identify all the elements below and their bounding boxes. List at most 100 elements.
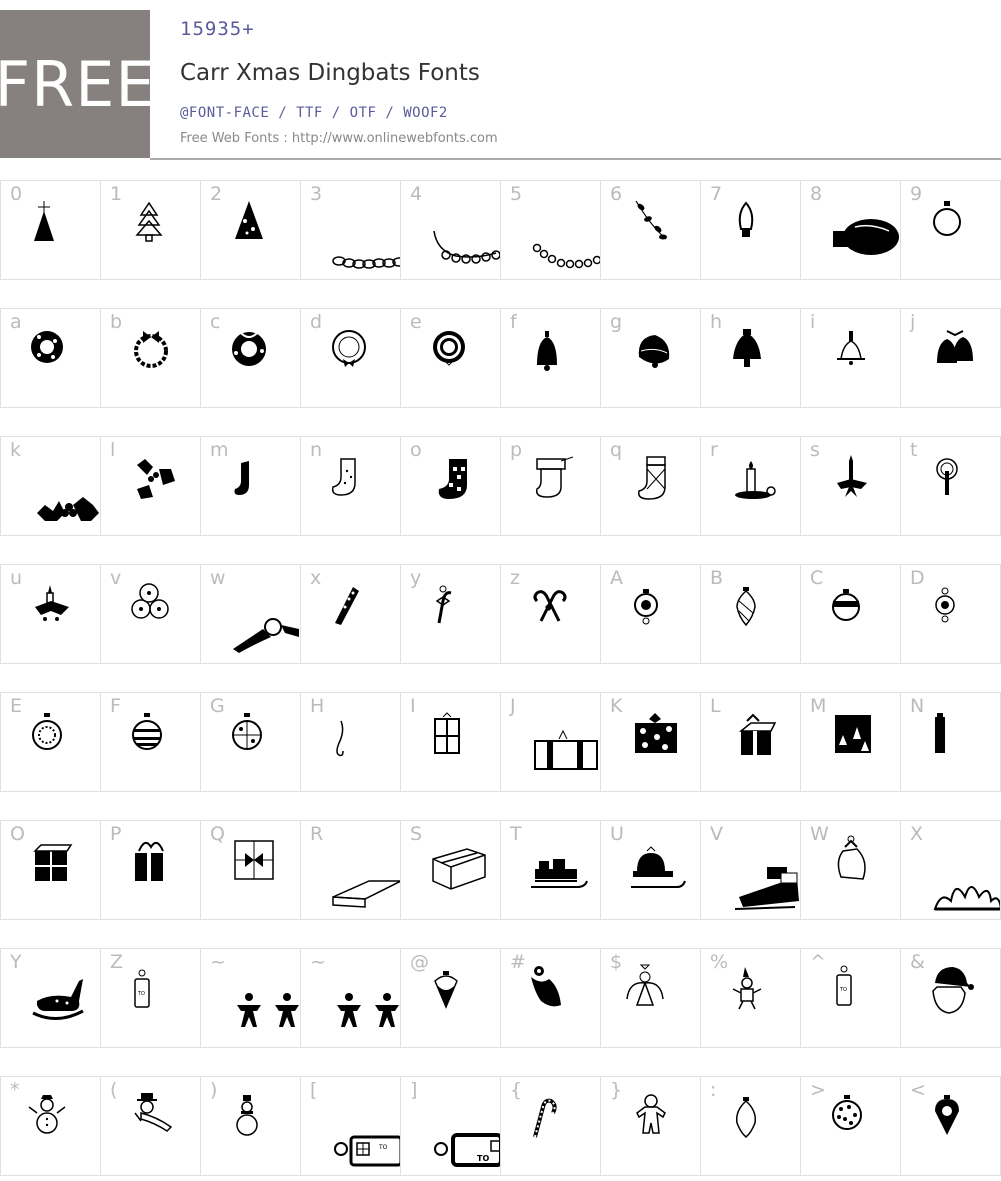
gift-trees-icon <box>835 715 871 753</box>
gift-slim-icon <box>935 713 945 753</box>
glyph-cell: T <box>500 820 601 920</box>
header-divider <box>150 158 1001 160</box>
glyph-cell: u <box>0 564 101 664</box>
glyph-cell: l <box>100 436 201 536</box>
light-bulb-icon <box>738 201 754 237</box>
glyph-cell: L <box>700 692 801 792</box>
gift-tag-label-icon: TO <box>334 1135 400 1167</box>
ornament-pattern-icon <box>232 713 262 750</box>
gift-dotted-icon <box>635 713 677 753</box>
sleigh-loaded-icon <box>734 867 799 910</box>
glyph-cell: t <box>900 436 1001 536</box>
glyph-cell: : <box>700 1076 801 1176</box>
glyph-cell: ) <box>200 1076 301 1176</box>
bell-small-icon <box>837 331 865 365</box>
sleigh-pudding-icon <box>631 846 686 888</box>
glyph-row: abcdefghij <box>0 308 1001 408</box>
glyph-cell: i <box>800 308 901 408</box>
glyph-cell: * <box>0 1076 101 1176</box>
ornament-striped-icon <box>132 713 162 750</box>
santa-face-icon <box>932 967 974 1014</box>
glyph-cell: [TO <box>300 1076 401 1176</box>
poinsettia-icon <box>933 886 1000 911</box>
glyph-cell: P <box>100 820 201 920</box>
bead-garland-icon <box>433 230 500 264</box>
holly-berries-icon <box>37 497 99 521</box>
candle-holder-icon <box>735 461 776 499</box>
glyph-cell: Q <box>200 820 301 920</box>
wreath-bow-icon <box>134 331 168 368</box>
glyph-cell: C <box>800 564 901 664</box>
glyph-cell: $ <box>600 948 701 1048</box>
tree-star-icon <box>34 201 54 241</box>
glyph-cell: g <box>600 308 701 408</box>
svg-text:TO: TO <box>839 987 847 993</box>
glyph-row: OPQRSTUVWX <box>0 820 1001 920</box>
gift-sack-icon <box>837 835 866 880</box>
glyph-cell: p <box>500 436 601 536</box>
holly-cluster-icon <box>137 459 175 499</box>
ornament-ball-icon <box>933 201 961 236</box>
glyph-cell: b <box>100 308 201 408</box>
paper-dolls-icon <box>237 993 299 1027</box>
glyph-cell: 1 <box>100 180 201 280</box>
glyph-cell: { <box>500 1076 601 1176</box>
garland-icon <box>332 256 400 269</box>
site-url[interactable]: Free Web Fonts : http://www.onlinewebfon… <box>180 131 498 146</box>
stocking-cuffed-icon <box>535 456 574 498</box>
bell-solid-icon <box>733 329 761 367</box>
angel-dark-icon <box>531 966 561 1007</box>
snowman-small-icon <box>236 1095 258 1136</box>
glyph-cell: c <box>200 308 301 408</box>
stocking-argyle-icon <box>637 456 666 500</box>
big-light-bulb-icon <box>833 219 899 255</box>
stocking-checkered-icon <box>438 459 467 499</box>
garland-beads-icon <box>532 243 600 269</box>
wreath-double-icon <box>433 331 465 366</box>
glyph-cell: U <box>600 820 701 920</box>
glyph-cell: 8 <box>800 180 901 280</box>
format-links[interactable]: @FONT-FACE / TTF / OTF / WOOF2 <box>180 105 448 121</box>
candy-cane-bow-icon <box>435 585 452 624</box>
candy-stripe-icon <box>335 587 359 625</box>
glyph-cell: 9 <box>900 180 1001 280</box>
gift-tag-label-bold-icon: TO <box>434 1133 500 1167</box>
glyph-cell: } <box>600 1076 701 1176</box>
ornament-banded-icon <box>832 589 860 621</box>
candle-wreath-icon <box>35 585 69 621</box>
glyph-cell: G <box>200 692 301 792</box>
glyph-cell: H <box>300 692 401 792</box>
candy-cane-icon <box>533 1098 557 1138</box>
gift-wide-icon <box>534 729 598 770</box>
ornament-pointed-icon <box>935 1095 959 1135</box>
candle-holly-icon <box>837 455 867 497</box>
glyph-cell: F <box>100 692 201 792</box>
gift-flat-box-icon <box>332 880 400 908</box>
font-count[interactable]: 15935+ <box>180 18 255 40</box>
glyph-cell: @ <box>400 948 501 1048</box>
glyph-cell: q <box>600 436 701 536</box>
glyph-cell: & <box>900 948 1001 1048</box>
glyph-cell: ~ <box>200 948 301 1048</box>
glyph-cell: O <box>0 820 101 920</box>
glyph-cell: y <box>400 564 501 664</box>
glyph-cell: # <box>500 948 601 1048</box>
glyph-cell: D <box>900 564 1001 664</box>
ornament-dots-icon <box>832 1095 862 1130</box>
ornament-hook-icon <box>336 720 344 757</box>
glyph-cell: M <box>800 692 901 792</box>
candy-canes-crossed-icon <box>533 590 567 622</box>
gingerbread-man-icon <box>636 1094 666 1134</box>
glyph-cell: ~ <box>300 948 401 1048</box>
glyph-cell: n <box>300 436 401 536</box>
glyph-cell: 4 <box>400 180 501 280</box>
ornament-drop-icon <box>736 587 756 627</box>
ornament-spinner-icon <box>434 971 458 1009</box>
gift-bow-icon <box>738 713 777 755</box>
gift-tag-icon: TO <box>134 969 150 1008</box>
glyph-cell: W <box>800 820 901 920</box>
bell-tilted-icon <box>638 335 670 368</box>
svg-text:TO: TO <box>378 1144 388 1151</box>
rocking-horse-icon <box>32 979 84 1020</box>
glyph-cell: o <box>400 436 501 536</box>
